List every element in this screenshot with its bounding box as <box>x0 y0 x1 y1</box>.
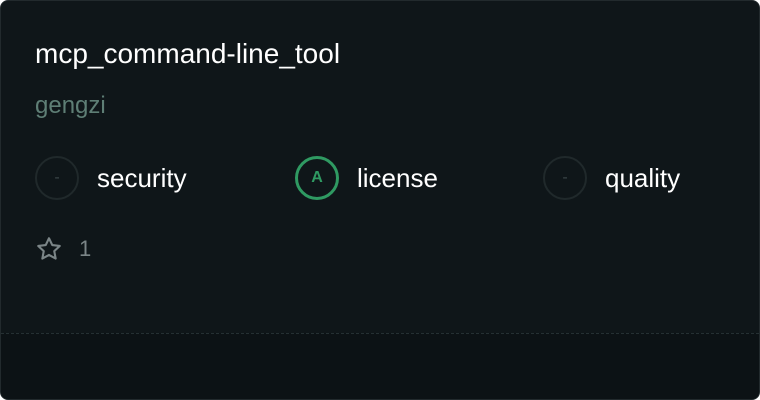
card-footer <box>1 333 759 399</box>
star-icon[interactable] <box>35 235 63 263</box>
license-score-badge: A <box>295 156 339 200</box>
quality-score-badge: - <box>543 156 587 200</box>
security-score-badge: - <box>35 156 79 200</box>
score-quality: - quality <box>543 154 680 202</box>
security-score-label: security <box>97 162 187 193</box>
star-count: 1 <box>79 236 92 261</box>
card-author[interactable]: gengzi <box>35 91 106 121</box>
star-rating[interactable]: 1 <box>35 235 91 263</box>
license-score-label: license <box>357 162 438 193</box>
quality-score-label: quality <box>605 162 681 193</box>
score-license: A license <box>295 154 438 202</box>
server-card[interactable]: mcp_command-line_tool gengzi - security … <box>0 0 760 400</box>
card-title[interactable]: mcp_command-line_tool <box>35 37 340 71</box>
score-security: - security <box>35 154 187 202</box>
